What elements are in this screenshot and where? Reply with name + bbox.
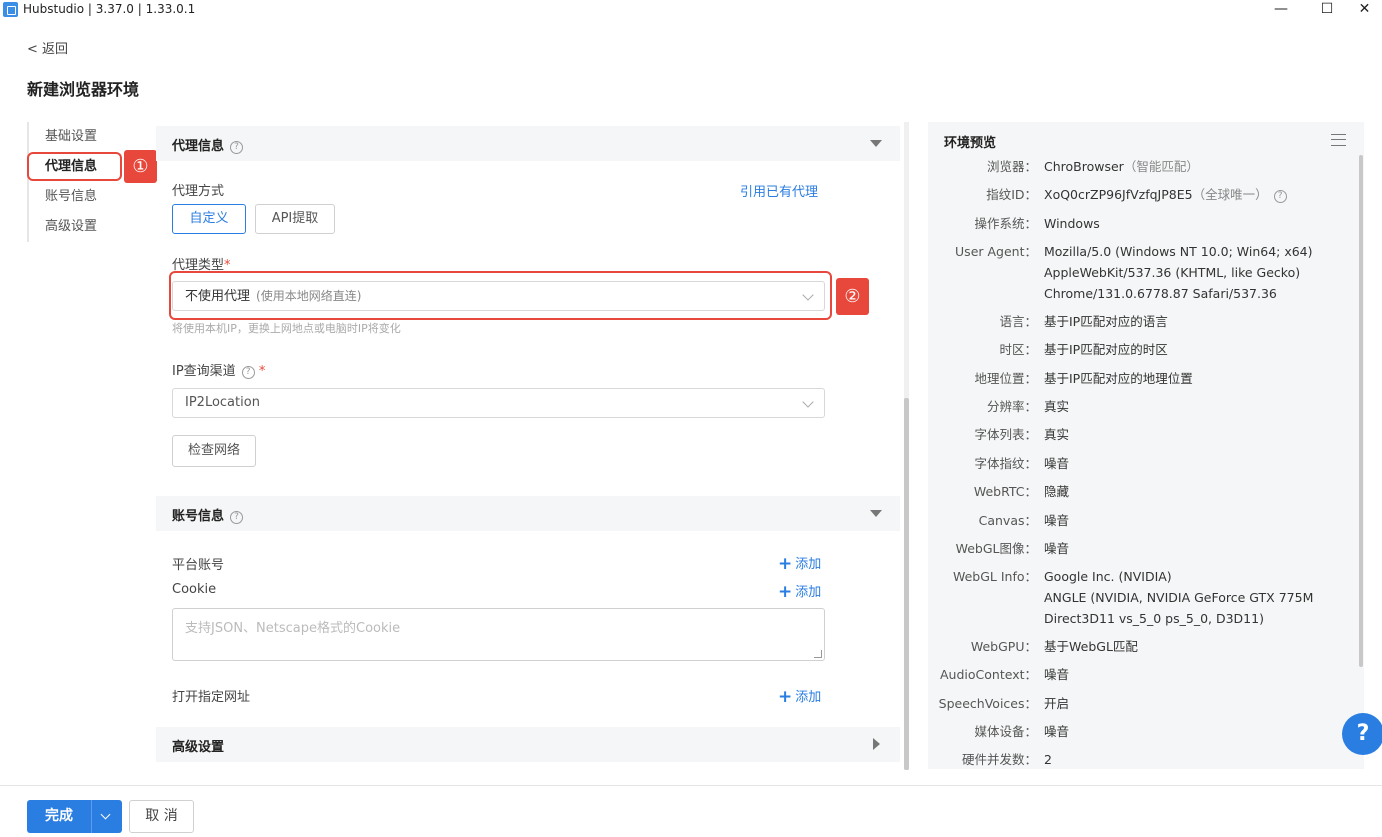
help-icon[interactable]: ? <box>230 141 244 154</box>
close-button[interactable]: ✕ <box>1347 0 1382 20</box>
nav-item-advanced[interactable]: 高级设置 <box>29 212 127 242</box>
use-existing-proxy-link[interactable]: 引用已有代理 <box>740 181 818 200</box>
page-title: 新建浏览器环境 <box>27 80 140 99</box>
form-scrollbar-thumb[interactable] <box>904 398 909 770</box>
chevron-down-icon[interactable] <box>100 809 111 820</box>
plus-icon: + <box>778 687 793 707</box>
proxy-method-label: 代理方式 <box>172 184 225 199</box>
advanced-section-title: 高级设置 <box>172 740 225 755</box>
step-badge-2: ② <box>836 278 869 315</box>
account-section-header[interactable]: 账号信息? <box>156 496 900 531</box>
help-icon[interactable]: ? <box>230 511 244 524</box>
plus-icon: + <box>778 582 793 602</box>
add-url-button[interactable]: + 添加 <box>778 686 821 707</box>
add-platform-account-button[interactable]: + 添加 <box>778 553 821 574</box>
nav-highlight-box <box>27 152 122 181</box>
title-bar: Hubstudio | 3.37.0 | 1.33.0.1 — ☐ ✕ <box>0 0 1382 20</box>
form-panel: 代理信息? 代理方式 引用已有代理 自定义 API提取 代理类型* 不使用代理(… <box>156 126 900 766</box>
cookie-placeholder: 支持JSON、Netscape格式的Cookie <box>185 621 401 636</box>
open-url-label: 打开指定网址 <box>172 690 251 705</box>
proxy-type-highlight-box <box>169 271 832 320</box>
minimize-button[interactable]: — <box>1258 0 1304 20</box>
proxy-type-note: 将使用本机IP，更换上网地点或电脑时IP将变化 <box>172 322 401 335</box>
collapse-icon[interactable] <box>870 510 882 517</box>
check-network-button[interactable]: 检查网络 <box>172 435 257 467</box>
ip-channel-value: IP2Location <box>185 395 260 410</box>
list-icon[interactable] <box>1331 134 1346 146</box>
proxy-section-title: 代理信息 <box>172 139 225 154</box>
add-cookie-button[interactable]: + 添加 <box>778 581 821 602</box>
ip-channel-label: IP查询渠道? * <box>172 364 266 379</box>
method-custom-button[interactable]: 自定义 <box>172 204 246 234</box>
environment-preview-panel: 环境预览 浏览器： ChroBrowser（智能匹配） 指纹ID： XoQ0crZP… <box>928 122 1364 769</box>
cookie-label: Cookie <box>172 582 217 597</box>
preview-scrollbar-thumb[interactable] <box>1359 155 1363 667</box>
nav-item-basic[interactable]: 基础设置 <box>29 122 127 152</box>
method-api-button[interactable]: API提取 <box>255 204 335 234</box>
step-badge-1: ① <box>124 150 157 183</box>
proxy-section-header[interactable]: 代理信息? <box>156 126 900 161</box>
section-nav: 基础设置 代理信息 账号信息 高级设置 <box>27 122 127 242</box>
expand-icon[interactable] <box>873 738 880 750</box>
app-logo-icon <box>3 2 18 17</box>
done-split-button[interactable]: 完成 <box>27 800 122 833</box>
resize-handle-icon[interactable] <box>814 650 822 658</box>
collapse-icon[interactable] <box>870 140 882 147</box>
back-link[interactable]: < 返回 <box>27 38 68 57</box>
advanced-section-header[interactable]: 高级设置 <box>156 727 900 762</box>
cookie-textarea[interactable]: 支持JSON、Netscape格式的Cookie <box>172 608 825 661</box>
platform-account-label: 平台账号 <box>172 558 225 573</box>
help-icon[interactable]: ? <box>1273 190 1287 203</box>
maximize-button[interactable]: ☐ <box>1304 0 1350 20</box>
nav-item-account[interactable]: 账号信息 <box>29 182 127 212</box>
app-title: Hubstudio | 3.37.0 | 1.33.0.1 <box>23 2 196 16</box>
account-section-title: 账号信息 <box>172 509 225 524</box>
preview-row: User Agent： Mozilla/5.0 (Windows NT 10.0;… <box>955 244 1313 301</box>
cancel-button[interactable]: 取 消 <box>129 800 194 833</box>
help-float-button[interactable]: ? <box>1342 713 1382 755</box>
preview-row: WebGL Info： Google Inc. (NVIDIA) ANGLE (NV… <box>952 569 1314 626</box>
chevron-down-icon <box>802 396 814 408</box>
plus-icon: + <box>778 554 793 574</box>
help-icon[interactable]: ? <box>241 366 255 379</box>
preview-title: 环境预览 <box>944 136 997 151</box>
footer-bar: 完成 取 消 <box>0 785 1382 837</box>
done-button[interactable]: 完成 <box>27 800 91 833</box>
ip-channel-select[interactable]: IP2Location <box>172 388 825 418</box>
